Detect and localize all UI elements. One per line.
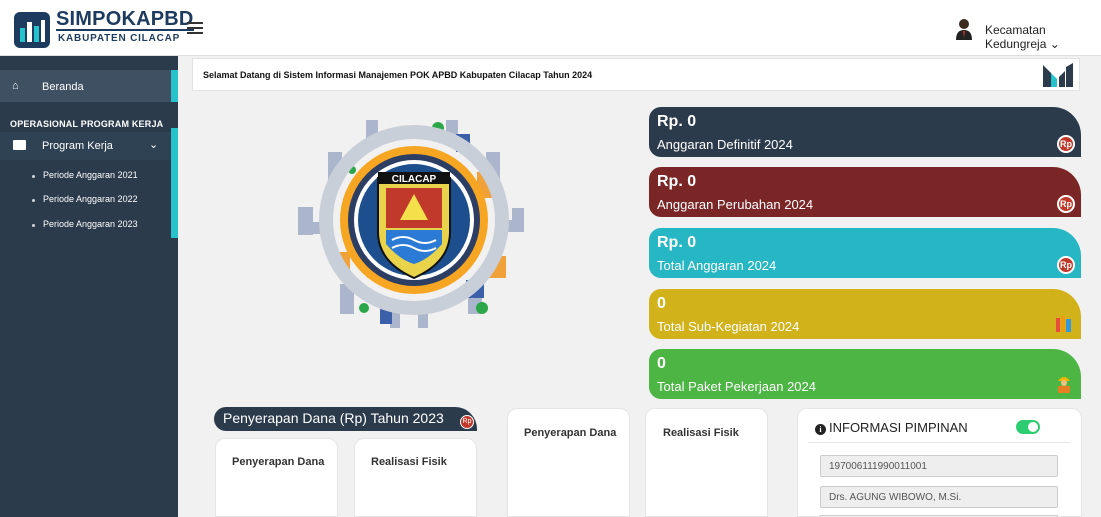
panel-penyerapan-dana: Penyerapan Dana <box>215 438 338 517</box>
card-label: Total Paket Pekerjaan 2024 <box>657 379 816 394</box>
sidebar-item-periode-2022[interactable]: Periode Anggaran 2022 <box>0 190 171 210</box>
bullet-icon <box>32 175 35 178</box>
info-icon: i <box>815 424 826 435</box>
rupiah-icon: Rp <box>460 415 474 429</box>
sidebar-item-periode-2021[interactable]: Periode Anggaran 2021 <box>0 166 171 186</box>
card-value: Rp. 0 <box>657 234 697 251</box>
rupiah-icon: Rp <box>1057 195 1075 213</box>
sidebar-item-program-kerja[interactable]: Program Kerja ⌄ <box>0 132 171 160</box>
card-value: Rp. 0 <box>657 113 697 130</box>
card-label: Total Anggaran 2024 <box>657 258 777 273</box>
card-label: Total Sub-Kegiatan 2024 <box>657 319 800 334</box>
welcome-text: Selamat Datang di Sistem Informasi Manaj… <box>203 70 593 80</box>
sidebar-item-label: Periode Anggaran 2021 <box>43 170 138 180</box>
panel-label: Realisasi Fisik <box>371 456 447 468</box>
brand-title: SIMPOKAPBD <box>56 8 194 31</box>
info-toggle-switch[interactable] <box>1016 420 1040 434</box>
card-value: Rp. 0 <box>657 173 697 190</box>
bullet-icon <box>32 224 35 227</box>
emblem-banner-text: CILACAP <box>392 174 437 185</box>
card-label: Anggaran Definitif 2024 <box>657 137 793 152</box>
chart-logo-icon <box>1043 63 1073 87</box>
sidebar: ⌂ Beranda OPERASIONAL PROGRAM KERJA Prog… <box>0 56 178 517</box>
top-navbar: SIMPOKAPBD KABUPATEN CILACAP Kecamatan K… <box>0 0 1101 56</box>
sidebar-item-beranda[interactable]: ⌂ Beranda <box>0 70 178 102</box>
user-avatar-icon[interactable] <box>955 18 973 40</box>
brand-subtitle: KABUPATEN CILACAP <box>58 33 181 44</box>
nip-field[interactable] <box>820 455 1058 477</box>
bullet-icon <box>32 199 35 202</box>
sidebar-item-label: Beranda <box>42 81 84 93</box>
user-menu[interactable]: Kecamatan Kedungreja ⌄ <box>985 23 1101 51</box>
sidebar-group-program-kerja: Program Kerja ⌄ Periode Anggaran 2021 Pe… <box>0 128 178 238</box>
simpokapbd-logo-icon <box>14 12 50 48</box>
info-pimpinan-title-text: INFORMASI PIMPINAN <box>829 420 968 435</box>
card-total-anggaran[interactable]: Rp. 0 Total Anggaran 2024 Rp <box>649 228 1081 278</box>
rupiah-icon: Rp <box>1057 135 1075 153</box>
sidebar-item-label: Periode Anggaran 2022 <box>43 194 138 204</box>
panel-realisasi-fisik-2024: Realisasi Fisik <box>645 408 768 517</box>
books-icon <box>1056 316 1071 332</box>
info-pimpinan-title: i INFORMASI PIMPINAN <box>815 420 968 435</box>
penyerapan-title: Penyerapan Dana (Rp) Tahun 2023 Rp <box>214 407 477 431</box>
chevron-down-icon: ⌄ <box>149 139 159 151</box>
rupiah-icon: Rp <box>1057 256 1075 274</box>
card-total-sub-kegiatan[interactable]: 0 Total Sub-Kegiatan 2024 <box>649 289 1081 339</box>
info-pimpinan-panel: i INFORMASI PIMPINAN <box>797 408 1082 517</box>
sidebar-item-label: Program Kerja <box>42 140 113 152</box>
welcome-banner: Selamat Datang di Sistem Informasi Manaj… <box>192 58 1080 91</box>
folder-icon <box>13 140 26 150</box>
menu-toggle-icon[interactable] <box>187 22 203 34</box>
card-value: 0 <box>657 295 666 312</box>
card-anggaran-perubahan[interactable]: Rp. 0 Anggaran Perubahan 2024 Rp <box>649 167 1081 217</box>
panel-penyerapan-dana-2024: Penyerapan Dana <box>507 408 630 517</box>
card-value: 0 <box>657 355 666 372</box>
panel-realisasi-fisik: Realisasi Fisik <box>354 438 477 517</box>
card-anggaran-definitif[interactable]: Rp. 0 Anggaran Definitif 2024 Rp <box>649 107 1081 157</box>
card-label: Anggaran Perubahan 2024 <box>657 197 814 212</box>
sidebar-item-label: Periode Anggaran 2023 <box>43 219 138 229</box>
divider <box>808 442 1070 443</box>
worker-icon <box>1058 377 1070 393</box>
panel-label: Realisasi Fisik <box>663 427 739 439</box>
panel-label: Penyerapan Dana <box>232 456 325 468</box>
sidebar-item-periode-2023[interactable]: Periode Anggaran 2023 <box>0 215 171 235</box>
cilacap-emblem-illustration: CILACAP <box>298 120 524 328</box>
home-icon: ⌂ <box>12 80 19 92</box>
panel-label: Penyerapan Dana <box>524 427 617 439</box>
leader-name-field[interactable] <box>820 486 1058 508</box>
card-total-paket-pekerjaan[interactable]: 0 Total Paket Pekerjaan 2024 <box>649 349 1081 399</box>
penyerapan-title-text: Penyerapan Dana (Rp) Tahun 2023 <box>223 410 444 426</box>
